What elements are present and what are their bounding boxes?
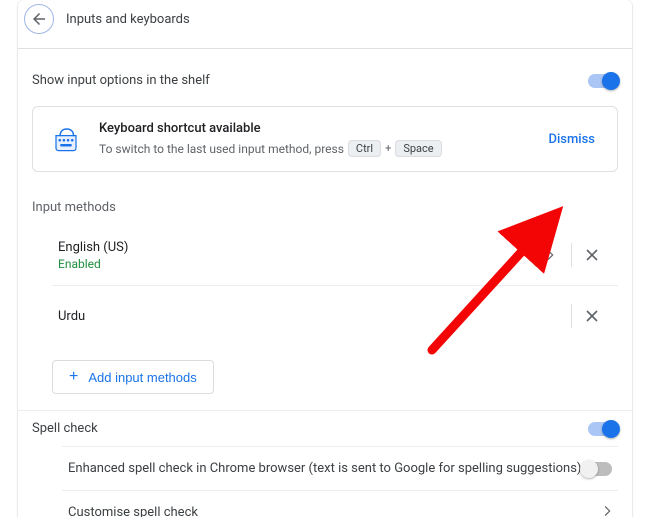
spell-check-toggle[interactable] bbox=[588, 422, 618, 436]
input-method-name: Urdu bbox=[58, 309, 85, 324]
input-method-name: English (US) bbox=[58, 240, 128, 255]
input-method-row[interactable]: English (US) Enabled bbox=[52, 225, 618, 286]
key-space: Space bbox=[395, 140, 441, 157]
add-input-methods-button[interactable]: + Add input methods bbox=[52, 360, 214, 394]
plus-icon: + bbox=[69, 369, 78, 385]
input-method-remove-button[interactable] bbox=[572, 296, 612, 336]
close-icon bbox=[585, 248, 599, 262]
input-method-row[interactable]: Urdu bbox=[52, 286, 618, 346]
spell-check-heading: Spell check bbox=[32, 421, 98, 436]
input-method-status: Enabled bbox=[58, 257, 128, 271]
plus-icon: + bbox=[385, 142, 391, 155]
page-title: Inputs and keyboards bbox=[66, 12, 190, 27]
enhanced-spell-check-row: Enhanced spell check in Chrome browser (… bbox=[62, 446, 618, 490]
shelf-option-label: Show input options in the shelf bbox=[32, 73, 210, 88]
arrow-left-icon bbox=[30, 10, 48, 28]
back-button[interactable] bbox=[24, 4, 54, 34]
input-methods-heading: Input methods bbox=[18, 192, 632, 225]
tip-description: To switch to the last used input method,… bbox=[99, 140, 526, 157]
input-method-detail-button[interactable] bbox=[531, 235, 571, 275]
chevron-right-icon bbox=[604, 505, 612, 517]
input-methods-list: English (US) Enabled Urdu bbox=[18, 225, 632, 410]
enhanced-spell-label: Enhanced spell check in Chrome browser (… bbox=[68, 461, 581, 476]
customise-spell-row[interactable]: Customise spell check bbox=[62, 490, 618, 517]
dismiss-button[interactable]: Dismiss bbox=[544, 126, 599, 153]
close-icon bbox=[585, 309, 599, 323]
tip-title: Keyboard shortcut available bbox=[99, 121, 526, 136]
add-input-methods-label: Add input methods bbox=[88, 370, 196, 385]
enhanced-spell-toggle[interactable] bbox=[582, 462, 612, 476]
key-ctrl: Ctrl bbox=[348, 140, 381, 157]
tip-desc-prefix: To switch to the last used input method,… bbox=[99, 142, 344, 156]
shortcut-tip-card: Keyboard shortcut available To switch to… bbox=[32, 106, 618, 172]
customise-spell-label: Customise spell check bbox=[68, 505, 198, 517]
shelf-option-toggle[interactable] bbox=[588, 74, 618, 88]
chevron-right-icon bbox=[547, 250, 555, 260]
input-method-remove-button[interactable] bbox=[572, 235, 612, 275]
keyboard-icon bbox=[51, 126, 81, 152]
